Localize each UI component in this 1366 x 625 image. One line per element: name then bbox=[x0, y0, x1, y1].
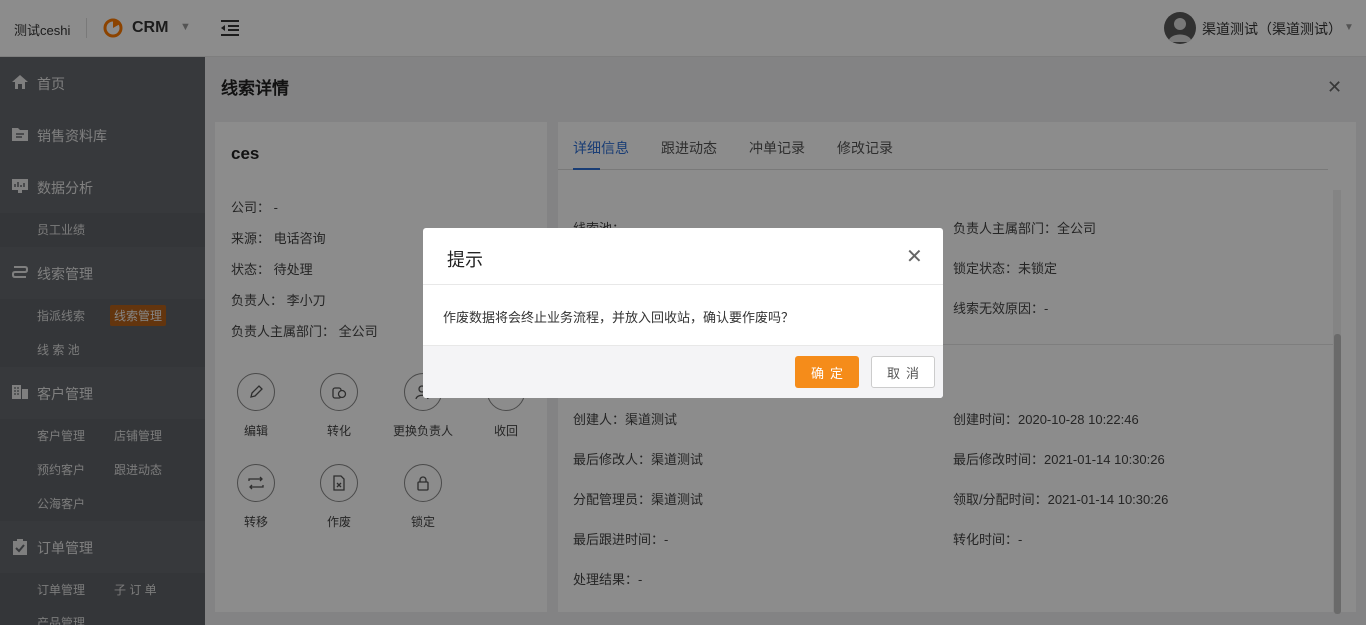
close-icon[interactable]: ✕ bbox=[906, 244, 923, 269]
dialog-title: 提示 bbox=[447, 250, 483, 270]
dialog-message: 作废数据将会终止业务流程，并放入回收站，确认要作废吗？ bbox=[443, 310, 795, 325]
dialog-footer: 确定 取消 bbox=[423, 345, 943, 398]
cancel-button[interactable]: 取消 bbox=[871, 356, 935, 388]
confirm-dialog: 提示 ✕ 作废数据将会终止业务流程，并放入回收站，确认要作废吗？ 确定 取消 bbox=[423, 228, 943, 398]
confirm-button[interactable]: 确定 bbox=[795, 356, 859, 388]
dialog-divider bbox=[423, 284, 943, 285]
